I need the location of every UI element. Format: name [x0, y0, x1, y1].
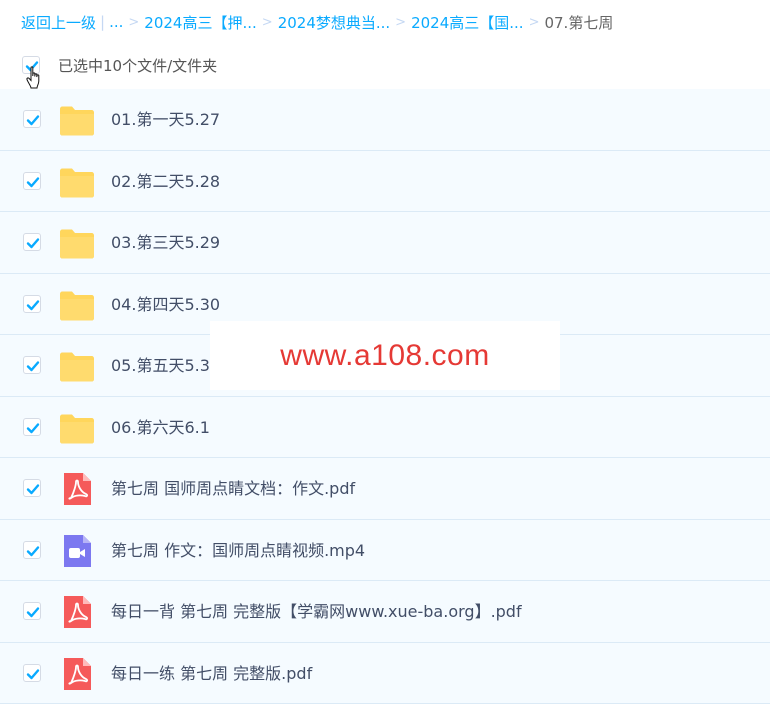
file-name[interactable]: 04.第四天5.30	[111, 274, 220, 335]
file-name[interactable]: 03.第三天5.29	[111, 212, 220, 273]
check-icon	[26, 299, 40, 310]
folder-icon	[59, 410, 95, 446]
file-checkbox[interactable]	[23, 417, 41, 436]
folder-icon	[59, 287, 95, 323]
file-name[interactable]: 06.第六天6.1	[111, 397, 210, 458]
check-icon	[26, 484, 40, 495]
file-checkbox[interactable]	[23, 663, 41, 682]
file-row[interactable]: 每日一练 第七周 完整版.pdf	[0, 642, 770, 704]
breadcrumb-item[interactable]: 2024梦想典当...	[278, 12, 390, 33]
file-checkbox[interactable]	[23, 110, 41, 128]
file-name[interactable]: 每日一背 第七周 完整版【学霸网www.xue-ba.org】.pdf	[111, 581, 522, 642]
pdf-file-icon	[59, 656, 95, 692]
file-checkbox[interactable]	[23, 294, 41, 313]
folder-icon	[59, 348, 95, 384]
file-row[interactable]: 每日一背 第七周 完整版【学霸网www.xue-ba.org】.pdf	[0, 581, 770, 643]
video-file-icon	[59, 533, 95, 569]
check-icon	[26, 422, 40, 433]
file-row[interactable]: 第七周 国师周点睛文档：作文.pdf	[0, 458, 770, 520]
chevron-right-icon: >	[395, 14, 407, 30]
file-name[interactable]: 每日一练 第七周 完整版.pdf	[111, 643, 312, 704]
watermark: www.a108.com	[210, 321, 560, 390]
hand-cursor-icon	[26, 66, 40, 89]
check-icon	[26, 176, 40, 187]
chevron-right-icon: >	[528, 14, 540, 30]
check-icon	[26, 115, 40, 126]
check-icon	[26, 545, 40, 556]
file-row[interactable]: 01.第一天5.27	[0, 89, 770, 151]
file-checkbox[interactable]	[23, 540, 41, 559]
breadcrumb: 返回上一级 | ... > 2024高三【押... > 2024梦想典当... …	[21, 11, 613, 33]
file-name[interactable]: 01.第一天5.27	[111, 89, 220, 150]
check-icon	[26, 238, 40, 249]
breadcrumb-item[interactable]: 2024高三【押...	[144, 12, 256, 33]
file-name[interactable]: 05.第五天5.31	[111, 335, 220, 396]
file-checkbox[interactable]	[23, 479, 41, 497]
breadcrumb-item[interactable]: 2024高三【国...	[411, 12, 523, 33]
watermark-text: www.a108.com	[280, 338, 490, 372]
pdf-file-icon	[59, 471, 95, 507]
chevron-right-icon: >	[261, 14, 273, 30]
file-name[interactable]: 第七周 国师周点睛文档：作文.pdf	[111, 458, 355, 519]
file-row[interactable]: 03.第三天5.29	[0, 212, 770, 274]
select-all-bar: 已选中10个文件/文件夹	[22, 54, 217, 76]
folder-icon	[59, 225, 95, 261]
file-list: 01.第一天5.27 02.第二天5.28 03.第三天5.29 04.第四天5.30…	[0, 89, 770, 704]
file-name[interactable]: 第七周 作文：国师周点睛视频.mp4	[111, 520, 365, 581]
check-icon	[26, 361, 40, 372]
breadcrumb-divider: |	[100, 13, 106, 31]
file-name[interactable]: 02.第二天5.28	[111, 151, 220, 212]
check-icon	[26, 607, 40, 618]
back-link[interactable]: 返回上一级	[21, 12, 96, 33]
file-row[interactable]: 02.第二天5.28	[0, 150, 770, 212]
file-checkbox[interactable]	[23, 171, 41, 190]
file-checkbox[interactable]	[23, 233, 41, 251]
pdf-file-icon	[59, 594, 95, 630]
folder-icon	[59, 102, 95, 138]
breadcrumb-current: 07.第七周	[544, 13, 614, 32]
breadcrumb-ellipsis[interactable]: ...	[109, 13, 123, 31]
file-checkbox[interactable]	[23, 356, 41, 374]
file-row[interactable]: 第七周 作文：国师周点睛视频.mp4	[0, 519, 770, 581]
check-icon	[26, 668, 40, 679]
file-row[interactable]: 06.第六天6.1	[0, 396, 770, 458]
chevron-right-icon: >	[128, 14, 140, 30]
file-checkbox[interactable]	[23, 602, 41, 620]
selection-count: 已选中10个文件/文件夹	[58, 56, 218, 75]
folder-icon	[59, 164, 95, 200]
